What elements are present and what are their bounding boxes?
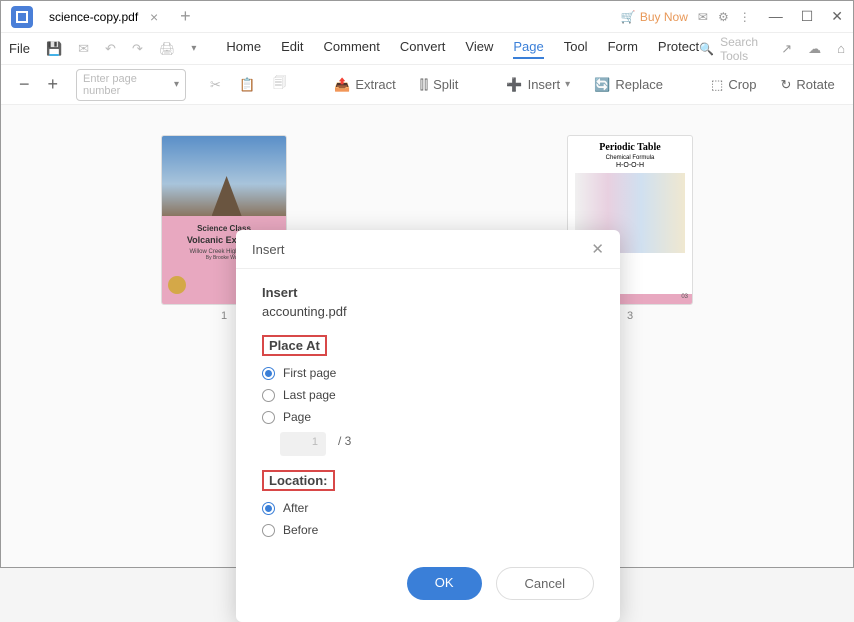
insert-section-label: Insert xyxy=(262,285,594,300)
undo-icon[interactable]: ↶ xyxy=(105,41,116,57)
notification-icon[interactable]: ✉ xyxy=(698,10,708,24)
rotate-button[interactable]: ↻ Rotate xyxy=(781,77,835,93)
ok-button[interactable]: OK xyxy=(407,567,482,600)
radio-icon xyxy=(262,524,275,537)
canvas: Science Class Volcanic Experim Willow Cr… xyxy=(1,105,853,567)
tab-title: science-copy.pdf xyxy=(49,10,138,24)
cloud-icon[interactable]: ☁ xyxy=(808,41,821,57)
page-number-field[interactable]: 1 xyxy=(280,432,326,456)
menu-form[interactable]: Form xyxy=(608,39,638,59)
app-icon xyxy=(11,6,33,28)
rotate-label: Rotate xyxy=(796,77,834,92)
new-tab-button[interactable]: + xyxy=(180,6,191,27)
cut-icon[interactable]: ✂ xyxy=(210,77,221,93)
minimize-button[interactable]: — xyxy=(769,8,783,25)
insert-dialog: Insert ✕ Insert accounting.pdf Place At … xyxy=(236,230,620,622)
menu-view[interactable]: View xyxy=(465,39,493,59)
toolbar: − + Enter page number▾ ✂ 📋 🗐 📤 Extract ⫿… xyxy=(1,65,853,105)
replace-label: Replace xyxy=(615,77,663,92)
file-menu[interactable]: File xyxy=(9,41,30,56)
split-label: Split xyxy=(433,77,458,92)
after-option[interactable]: After xyxy=(262,501,594,515)
first-page-label: First page xyxy=(283,366,336,380)
redo-icon[interactable]: ↷ xyxy=(132,41,143,57)
copy-icon[interactable]: 📋 xyxy=(239,77,255,93)
crop-button[interactable]: ⬚ Crop xyxy=(711,77,756,93)
before-label: Before xyxy=(283,523,318,537)
thumb3-title: Periodic Table xyxy=(568,142,692,153)
dialog-title: Insert xyxy=(252,242,285,257)
menu-page[interactable]: Page xyxy=(513,39,543,59)
document-tab[interactable]: science-copy.pdf × xyxy=(41,1,168,32)
page-input-placeholder: Enter page number xyxy=(83,73,174,97)
menu-edit[interactable]: Edit xyxy=(281,39,303,59)
search-tools[interactable]: 🔍 Search Tools xyxy=(699,35,765,63)
first-page-option[interactable]: First page xyxy=(262,366,594,380)
split-button[interactable]: ⫿⫿ Split xyxy=(420,77,459,93)
menu-convert[interactable]: Convert xyxy=(400,39,446,59)
insert-label: Insert xyxy=(528,77,561,92)
print-dropdown-icon[interactable]: ▾ xyxy=(191,43,196,54)
menu-icon[interactable]: ⋮ xyxy=(739,10,751,24)
search-placeholder: Search Tools xyxy=(720,35,765,63)
radio-icon xyxy=(262,502,275,515)
radio-icon xyxy=(262,411,275,424)
print-icon[interactable]: 🖨 xyxy=(159,41,176,57)
menu-tool[interactable]: Tool xyxy=(564,39,588,59)
settings-icon[interactable]: ⚙ xyxy=(718,10,729,24)
crop-label: Crop xyxy=(728,77,756,92)
paste-icon[interactable]: 🗐 xyxy=(273,74,286,96)
titlebar: science-copy.pdf × + 🛒 Buy Now ✉ ⚙ ⋮ — ☐… xyxy=(1,1,853,33)
last-page-label: Last page xyxy=(283,388,336,402)
close-button[interactable]: ✕ xyxy=(831,8,843,25)
extract-label: Extract xyxy=(355,77,395,92)
thumb3-formula: H-O-O-H xyxy=(568,162,692,169)
buy-now-label: Buy Now xyxy=(640,10,688,24)
dialog-close-button[interactable]: ✕ xyxy=(591,240,604,258)
menubar: File 💾 ✉ ↶ ↷ 🖨 ▾ Home Edit Comment Conve… xyxy=(1,33,853,65)
menu-protect[interactable]: Protect xyxy=(658,39,699,59)
radio-icon xyxy=(262,389,275,402)
maximize-button[interactable]: ☐ xyxy=(801,8,814,25)
menu-comment[interactable]: Comment xyxy=(324,39,380,59)
close-tab-icon[interactable]: × xyxy=(150,9,158,25)
page-number-input[interactable]: Enter page number▾ xyxy=(76,69,186,101)
buy-now-link[interactable]: 🛒 Buy Now xyxy=(621,10,688,24)
insert-filename: accounting.pdf xyxy=(262,304,594,319)
location-label: Location: xyxy=(262,470,335,491)
place-at-label: Place At xyxy=(262,335,327,356)
zoom-out-button[interactable]: − xyxy=(19,74,30,95)
before-option[interactable]: Before xyxy=(262,523,594,537)
replace-button[interactable]: 🔄 Replace xyxy=(594,77,663,93)
radio-icon xyxy=(262,367,275,380)
after-label: After xyxy=(283,501,308,515)
mail-icon[interactable]: ✉ xyxy=(78,41,89,57)
page-label: Page xyxy=(283,410,311,424)
home-icon[interactable]: ⌂ xyxy=(837,41,845,56)
save-icon[interactable]: 💾 xyxy=(46,41,62,57)
menu-home[interactable]: Home xyxy=(226,39,261,59)
open-icon[interactable]: ↗ xyxy=(781,41,792,57)
last-page-option[interactable]: Last page xyxy=(262,388,594,402)
zoom-in-button[interactable]: + xyxy=(48,74,59,95)
insert-button[interactable]: ➕ Insert▾ xyxy=(506,77,570,93)
cancel-button[interactable]: Cancel xyxy=(496,567,594,600)
extract-button[interactable]: 📤 Extract xyxy=(334,77,396,93)
page-total: / 3 xyxy=(338,434,351,448)
page-option[interactable]: Page xyxy=(262,410,594,424)
thumb3-sub: Chemical Formula xyxy=(568,155,692,161)
